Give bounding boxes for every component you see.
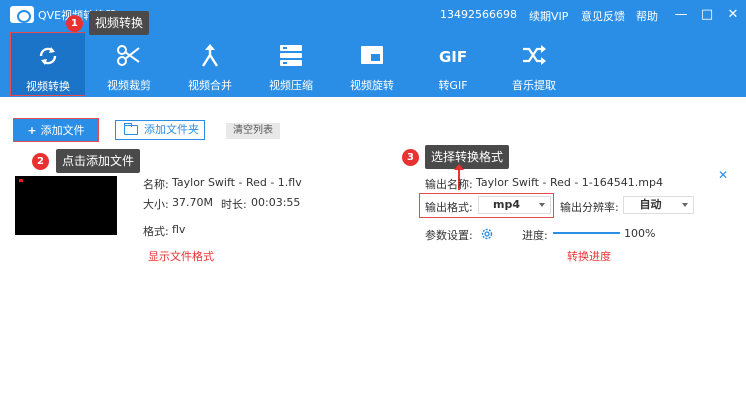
convert-icon <box>39 47 57 65</box>
rotate-icon <box>361 46 383 64</box>
annotation-badge-2: 2 <box>32 153 49 170</box>
output-format-label: 输出格式: <box>425 201 473 214</box>
tool-label: 视频转换 <box>26 80 70 93</box>
annotation-note-progress: 转换进度 <box>567 250 611 263</box>
annotation-tip-2: 点击添加文件 <box>56 149 141 173</box>
shuffle-icon <box>523 45 546 65</box>
file-name-label: 名称: <box>143 178 169 191</box>
add-folder-label: 添加文件夹 <box>144 123 199 136</box>
renew-vip-link[interactable]: 续期VIP <box>529 8 568 24</box>
add-folder-button[interactable]: 添加文件夹 <box>115 120 205 140</box>
output-name: Taylor Swift - Red - 1-164541.mp4 <box>476 176 663 189</box>
resolution-label: 输出分辨率: <box>560 201 619 214</box>
progress-label: 进度: <box>522 229 548 242</box>
tool-label: 视频压缩 <box>269 79 313 92</box>
tool-music-extract[interactable]: 音乐提取 <box>496 32 572 96</box>
maximize-button[interactable]: □ <box>696 4 718 26</box>
app-logo-icon <box>10 6 34 23</box>
user-phone: 13492566698 <box>440 8 517 21</box>
file-format-label: 格式: <box>143 225 169 238</box>
chevron-down-icon <box>539 203 545 207</box>
plus-icon: + <box>27 124 37 137</box>
scissors-icon <box>117 45 140 66</box>
progress-fill <box>553 232 620 234</box>
merge-icon <box>201 44 219 67</box>
file-size: 37.70M <box>172 196 213 209</box>
add-file-label: 添加文件 <box>40 124 85 137</box>
annotation-tip-1: 视频转换 <box>89 11 150 35</box>
params-label: 参数设置: <box>425 229 473 242</box>
tool-video-rotate[interactable]: 视频旋转 <box>334 32 410 96</box>
resolution-value: 自动 <box>639 198 662 211</box>
help-link[interactable]: 帮助 <box>636 8 658 24</box>
gear-icon[interactable] <box>480 227 494 241</box>
chevron-down-icon <box>682 203 688 207</box>
tool-label: 音乐提取 <box>512 79 556 92</box>
tool-label: 视频裁剪 <box>107 79 151 92</box>
app-window: QVE视频转换器 13492566698 续期VIP 意见反馈 帮助 — □ ✕… <box>0 0 746 400</box>
progress-bar <box>553 232 620 234</box>
add-file-button[interactable]: + 添加文件 <box>13 118 99 142</box>
tool-to-gif[interactable]: GIF 转GIF <box>415 32 491 96</box>
tool-video-compress[interactable]: 视频压缩 <box>253 32 329 96</box>
compress-icon <box>280 45 302 66</box>
annotation-badge-3: 3 <box>402 149 419 166</box>
tool-label: 转GIF <box>438 79 468 92</box>
file-name: Taylor Swift - Red - 1.flv <box>172 176 302 189</box>
remove-item-icon[interactable]: ✕ <box>718 168 728 182</box>
resolution-select[interactable]: 自动 <box>623 196 694 214</box>
video-thumbnail[interactable] <box>15 176 117 235</box>
close-button[interactable]: ✕ <box>722 4 744 26</box>
gif-icon: GIF <box>439 48 467 66</box>
progress-percent: 100% <box>624 227 656 240</box>
file-duration-label: 时长: <box>221 198 247 211</box>
output-format-value: mp4 <box>493 198 520 211</box>
feedback-link[interactable]: 意见反馈 <box>581 8 625 24</box>
tool-video-crop[interactable]: 视频裁剪 <box>91 32 167 96</box>
svg-text:GIF: GIF <box>439 48 467 66</box>
clear-list-button[interactable]: 清空列表 <box>226 123 280 139</box>
folder-icon <box>124 123 138 135</box>
tool-label: 视频合并 <box>188 79 232 92</box>
annotation-badge-1: 1 <box>66 15 83 32</box>
output-format-select[interactable]: mp4 <box>478 196 551 214</box>
tool-video-merge[interactable]: 视频合并 <box>172 32 248 96</box>
minimize-button[interactable]: — <box>670 4 692 26</box>
output-name-label: 输出名称: <box>425 178 473 191</box>
file-duration: 00:03:55 <box>251 196 301 209</box>
tool-video-convert[interactable]: 视频转换 <box>10 32 86 96</box>
annotation-tip-3: 选择转换格式 <box>425 145 510 169</box>
annotation-note-format: 显示文件格式 <box>148 250 214 263</box>
file-size-label: 大小: <box>143 198 169 211</box>
tool-label: 视频旋转 <box>350 79 394 92</box>
file-format: flv <box>172 223 186 236</box>
